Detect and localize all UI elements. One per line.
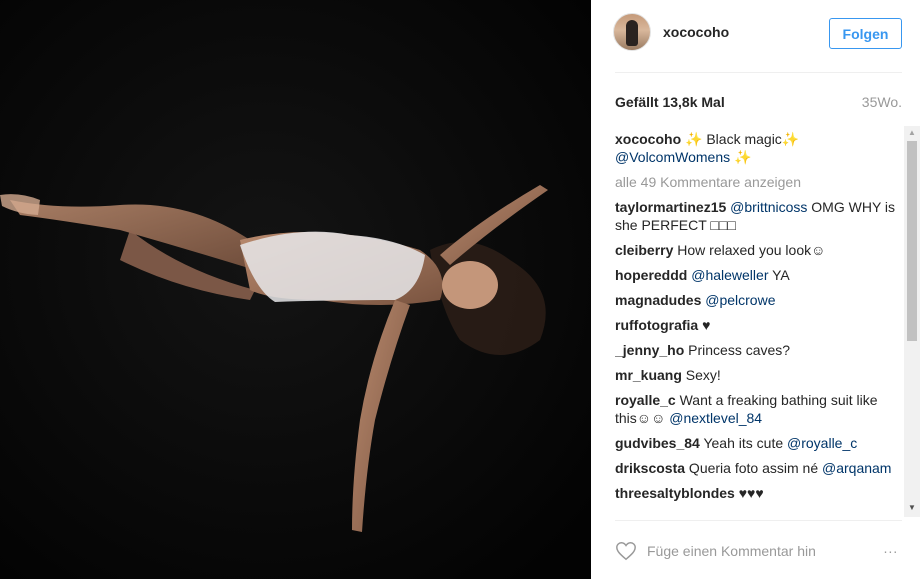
comment-item: royalle_c Want a freaking bathing suit l…	[615, 391, 897, 427]
likes-count[interactable]: Gefällt 13,8k Mal	[615, 94, 725, 110]
comment-item: _jenny_ho Princess caves?	[615, 341, 897, 359]
caption-text-end: ✨	[730, 149, 752, 165]
comment-text: Princess caves?	[684, 342, 791, 358]
scrollbar-thumb[interactable]	[907, 141, 917, 341]
floating-woman-image	[0, 0, 591, 579]
post-author-username[interactable]: xococoho	[663, 24, 729, 40]
post-photo[interactable]	[0, 0, 591, 579]
comment-username[interactable]: mr_kuang	[615, 367, 682, 383]
comment-item: gudvibes_84 Yeah its cute @royalle_c	[615, 434, 897, 452]
scroll-down-arrow-icon[interactable]: ▼	[907, 503, 917, 513]
heart-icon[interactable]	[615, 540, 637, 562]
comment-text: Yeah its cute	[699, 435, 788, 451]
comment-box-divider	[615, 520, 902, 521]
caption-text: ✨ Black magic✨	[681, 131, 800, 147]
comment-username[interactable]: threesaltyblondes	[615, 485, 735, 501]
comment-text: How relaxed you look☺	[673, 242, 826, 258]
comment-input[interactable]	[647, 540, 847, 562]
comment-mention[interactable]: @nextlevel_84	[669, 410, 762, 426]
comment-username[interactable]: taylormartinez15	[615, 199, 726, 215]
comment-item: cleiberry How relaxed you look☺	[615, 241, 897, 259]
comment-username[interactable]: ruffotografia	[615, 317, 698, 333]
comment-username[interactable]: gudvibes_84	[615, 435, 700, 451]
comment-mention[interactable]: @pelcrowe	[705, 292, 775, 308]
comment-text: Queria foto assim né	[685, 460, 822, 476]
comment-username[interactable]: cleiberry	[615, 242, 673, 258]
comment-mention[interactable]: @brittnicoss	[730, 199, 807, 215]
more-options-icon[interactable]: ∙∙∙	[878, 540, 904, 562]
avatar[interactable]	[613, 13, 651, 51]
comment-item: drikscosta Queria foto assim né @arqanam	[615, 459, 897, 477]
comment-username[interactable]: hopereddd	[615, 267, 687, 283]
comment-item: magnadudes @pelcrowe	[615, 291, 897, 309]
comment-username[interactable]: drikscosta	[615, 460, 685, 476]
caption-username[interactable]: xococoho	[615, 131, 681, 147]
header-divider	[615, 72, 902, 73]
post-header: xococoho Folgen	[591, 0, 920, 72]
comment-mention[interactable]: @arqanam	[822, 460, 891, 476]
comment-text-end: YA	[768, 267, 790, 283]
comment-item: taylormartinez15 @brittnicoss OMG WHY is…	[615, 198, 897, 234]
comment-text: ♥♥♥	[734, 485, 764, 501]
follow-button[interactable]: Folgen	[829, 18, 902, 49]
comment-username[interactable]: royalle_c	[615, 392, 676, 408]
comment-text: ♥	[698, 317, 711, 333]
caption-mention[interactable]: @VolcomWomens	[615, 149, 730, 165]
post-time[interactable]: 35Wo.	[862, 94, 902, 110]
comment-item: hopereddd @haleweller YA	[615, 266, 897, 284]
scroll-up-arrow-icon[interactable]: ▲	[907, 128, 917, 138]
comment-item: threesaltyblondes ♥♥♥	[615, 484, 897, 502]
caption: xococoho ✨ Black magic✨ @VolcomWomens ✨	[615, 130, 897, 166]
comment-username[interactable]: magnadudes	[615, 292, 701, 308]
comment-text: Sexy!	[681, 367, 721, 383]
view-all-comments-link[interactable]: alle 49 Kommentare anzeigen	[615, 173, 897, 191]
comment-mention[interactable]: @haleweller	[691, 267, 768, 283]
comment-username[interactable]: _jenny_ho	[615, 342, 684, 358]
post-sidebar: xococoho Folgen Gefällt 13,8k Mal 35Wo. …	[591, 0, 920, 579]
comments-list[interactable]: xococoho ✨ Black magic✨ @VolcomWomens ✨ …	[615, 130, 897, 516]
comment-item: ruffotografia ♥	[615, 316, 897, 334]
comment-item: mr_kuang Sexy!	[615, 366, 897, 384]
comment-mention[interactable]: @royalle_c	[787, 435, 857, 451]
